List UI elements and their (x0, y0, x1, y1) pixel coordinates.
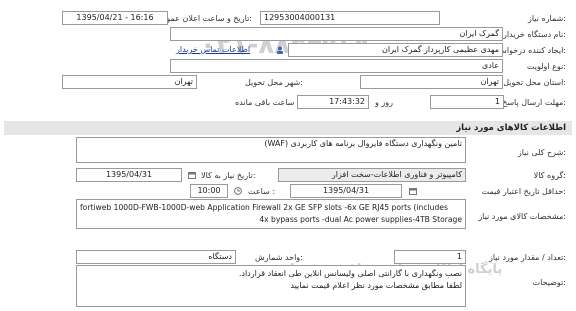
creator-label: ایجاد کننده درخواست: (492, 46, 566, 55)
goods-group-field: کامپیوتر و فناوری اطلاعات-سخت افزار (278, 168, 466, 182)
deadline-time-field: 17:43:32 (297, 95, 369, 109)
unit-label: واحد شمارش: (255, 253, 303, 262)
clock-icon (234, 187, 242, 195)
buyer-contact-link[interactable]: اطلاعات تماس خریدار (176, 45, 250, 54)
spec-field: fortiweb 1000D-FWB-1000D-web Application… (76, 199, 466, 229)
priority-label: نوع اولویت: (526, 62, 566, 71)
spec-line-1: fortiweb 1000D-FWB-1000D-web Application… (80, 203, 448, 212)
quantity-field: 1 (394, 250, 466, 264)
remaining-word: ساعت باقی مانده (235, 98, 295, 107)
province-field: تهران (360, 75, 503, 89)
spec-label: مشخصات کالای مورد نیاز: (478, 212, 566, 221)
notes-field: نصب ونگهداری با گارانتی اصلی ولیسانس انل… (76, 265, 466, 307)
contact-icon[interactable] (276, 46, 284, 54)
group-label: گروه کالا: (533, 171, 566, 180)
creator-field: مهدی عظیمی کارپرداز گمرک ایران (288, 43, 503, 57)
need-date-label: تاریخ نیاز به کالا: (201, 171, 256, 180)
priority-field: عادی (170, 59, 503, 73)
validity-date-field: 1395/04/31 (290, 184, 402, 198)
announce-label: تاریخ و ساعت اعلان عمومی: (155, 14, 252, 23)
summary-field: تامین ونگهداری دستگاه فایروال برنامه های… (76, 137, 466, 163)
calendar-icon[interactable] (188, 171, 196, 179)
note-line-2: لطفا مطابق مشخصات مورد نظر اعلام قیمت نم… (290, 281, 462, 290)
buyer-name-label: نام دستگاه خریدار: (502, 30, 566, 39)
province-label: استان محل تحویل: (503, 78, 566, 87)
buyer-name-field: گمرک ایران (170, 27, 503, 41)
city-label: شهر محل تحویل: (245, 78, 303, 87)
goods-section-header: اطلاعات کالاهای مورد نیاز (4, 121, 572, 135)
summary-label: شرح کلی نیاز: (517, 148, 566, 157)
unit-field: دستگاه (76, 250, 236, 264)
need-number-field: 12953004000131 (260, 11, 440, 25)
deadline-label: مهلت ارسال پاسخ: (502, 98, 566, 107)
city-field: تهران (62, 75, 197, 89)
need-number-label: شماره نیاز: (527, 14, 566, 23)
note-line-1: نصب ونگهداری با گارانتی اصلی ولیسانس انل… (238, 269, 462, 278)
calendar-icon-validity[interactable] (409, 187, 417, 195)
notes-label: توضیحات: (532, 278, 566, 287)
days-word: روز و (375, 98, 393, 107)
time-label: ساعت : (248, 187, 276, 196)
deadline-days-field: 1 (430, 95, 504, 109)
validity-label: حداقل تاریخ اعتبار قیمت: (481, 187, 566, 196)
spec-line-2: 4x bypass ports -dual Ac power supplies-… (259, 215, 462, 224)
announce-datetime-field: 1395/04/21 - 16:16 (62, 11, 168, 25)
time-field: 10:00 (190, 184, 228, 198)
quantity-label: تعداد / مقدار مورد نیاز: (488, 253, 566, 262)
need-date-field: 1395/04/31 (76, 168, 182, 182)
